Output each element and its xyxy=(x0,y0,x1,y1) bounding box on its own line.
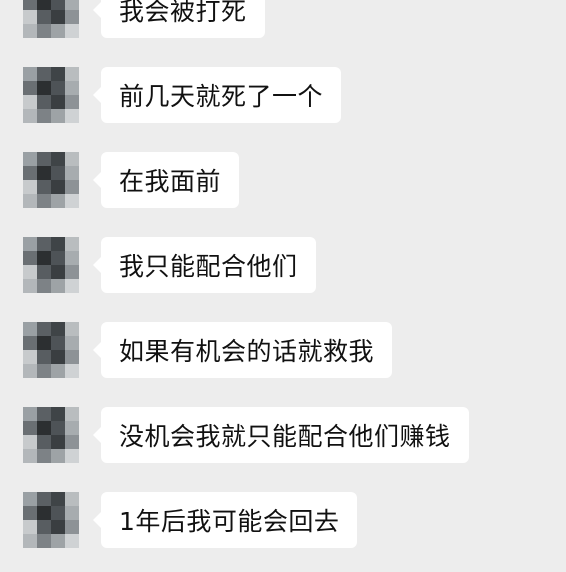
avatar[interactable] xyxy=(23,0,79,38)
avatar[interactable] xyxy=(23,67,79,123)
message-bubble[interactable]: 前几天就死了一个 xyxy=(92,67,342,123)
message-bubble[interactable]: 我会被打死 xyxy=(93,0,265,38)
avatar[interactable] xyxy=(23,407,79,463)
avatar[interactable] xyxy=(23,237,79,293)
chat-area: 我会被打死 前几天就死了一个 在我面前 我只能配合他们 如果有机会的话就救我 没… xyxy=(0,0,566,548)
message-row: 没机会我就只能配合他们赚钱 xyxy=(0,407,566,487)
message-row: 在我面前 xyxy=(0,152,566,232)
message-row: 我会被打死 xyxy=(0,0,566,62)
message-bubble[interactable]: 1年后我可能会回去 xyxy=(92,492,358,548)
message-bubble[interactable]: 在我面前 xyxy=(92,152,240,208)
avatar[interactable] xyxy=(23,322,79,378)
avatar[interactable] xyxy=(23,492,79,548)
message-bubble[interactable]: 我只能配合他们 xyxy=(93,237,316,293)
avatar[interactable] xyxy=(23,152,79,208)
message-row: 如果有机会的话就救我 xyxy=(0,322,566,402)
message-row: 前几天就死了一个 xyxy=(0,67,566,147)
message-row: 1年后我可能会回去 xyxy=(0,492,566,572)
message-bubble[interactable]: 没机会我就只能配合他们赚钱 xyxy=(93,407,469,463)
message-bubble[interactable]: 如果有机会的话就救我 xyxy=(92,322,393,378)
message-row: 我只能配合他们 xyxy=(0,237,566,317)
